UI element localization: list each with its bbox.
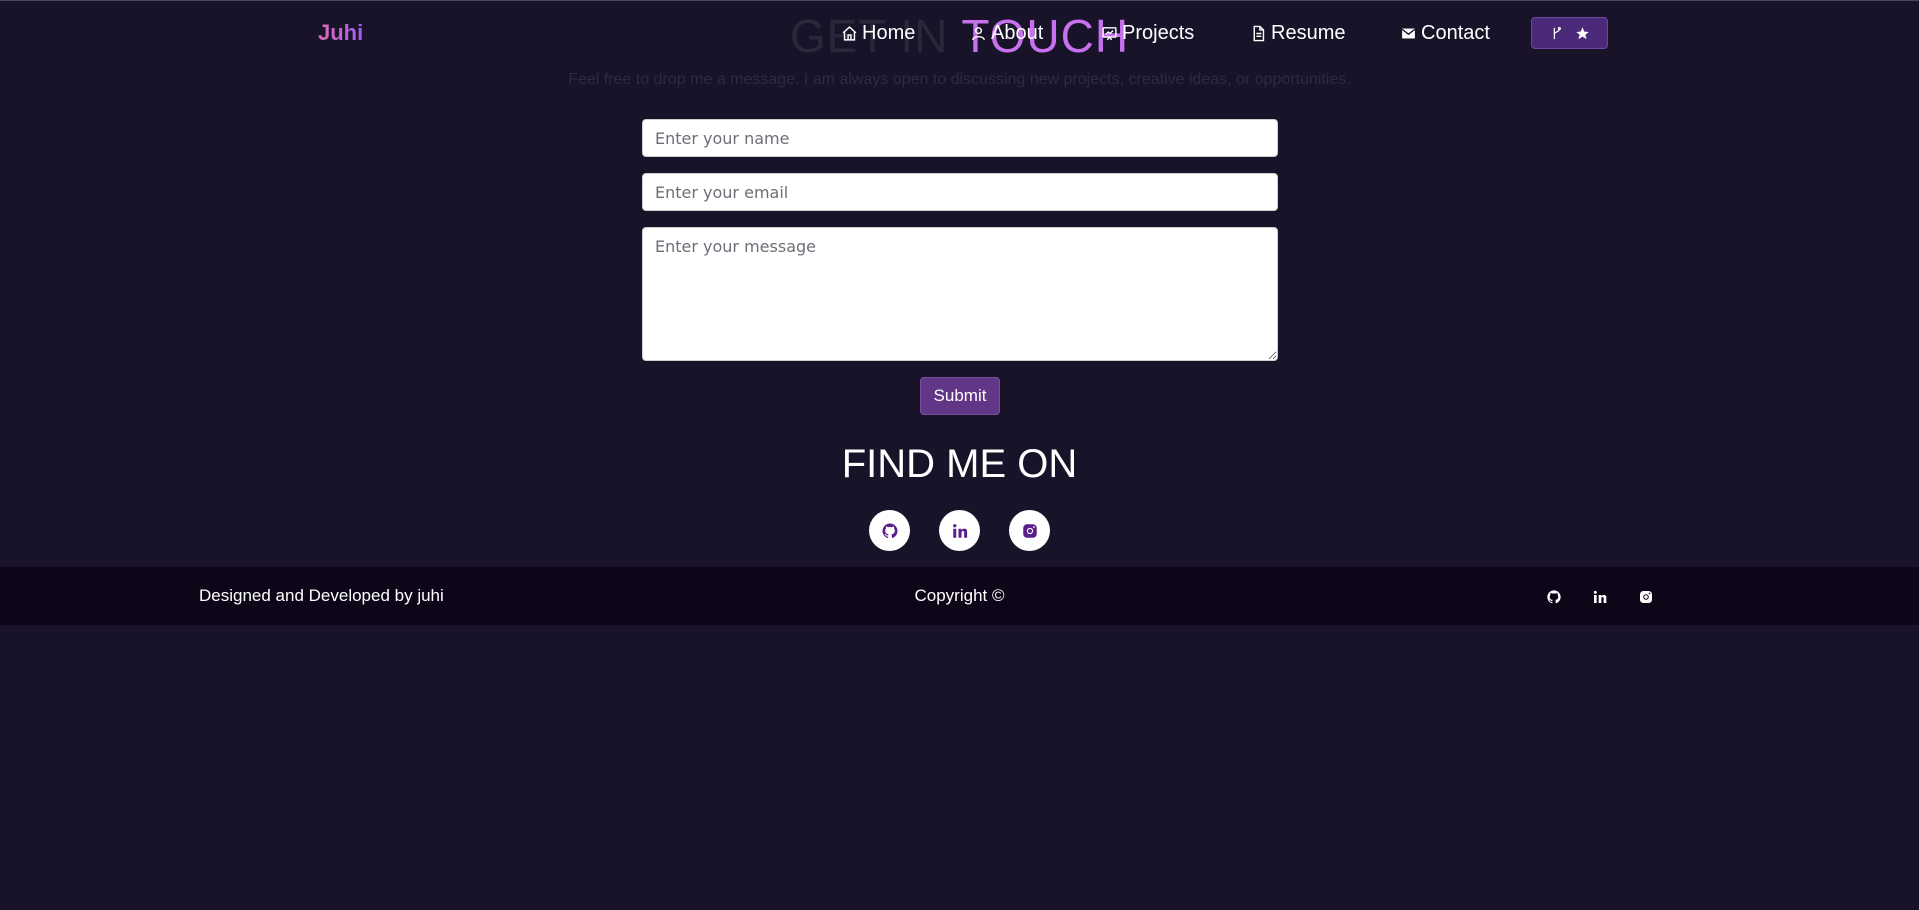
github-link[interactable] <box>869 510 910 551</box>
nav-contact[interactable]: Contact <box>1400 17 1490 49</box>
linkedin-icon <box>952 523 967 538</box>
instagram-link[interactable] <box>1009 510 1050 551</box>
projects-icon <box>1102 26 1117 40</box>
nav-home[interactable]: Home <box>841 17 915 49</box>
nav-about-label: About <box>991 21 1044 44</box>
nav-projects-label: Projects <box>1122 21 1195 44</box>
linkedin-link[interactable] <box>939 510 980 551</box>
message-field[interactable] <box>642 227 1278 361</box>
fork-icon <box>1553 26 1561 39</box>
nav-home-label: Home <box>862 21 916 44</box>
nav-resume-label: Resume <box>1271 21 1346 44</box>
top-border <box>0 0 1919 1</box>
footer-linkedin-link[interactable] <box>1592 589 1608 605</box>
instagram-icon <box>1022 523 1037 538</box>
user-icon <box>972 26 985 40</box>
page-subtitle: Feel free to drop me a message. I am alw… <box>568 71 1351 88</box>
nav-resume[interactable]: Resume <box>1250 17 1345 49</box>
footer: Designed and Developed by juhi Copyright… <box>0 567 1919 625</box>
instagram-icon <box>1640 591 1652 603</box>
document-icon <box>1253 25 1265 41</box>
page-title: GET IN TOUCH <box>0 8 1919 64</box>
nav-projects[interactable]: Projects <box>1101 17 1194 49</box>
star-icon <box>1575 26 1589 39</box>
submit-button[interactable]: Submit <box>920 377 1000 415</box>
find-me-title: FIND ME ON <box>841 442 1078 486</box>
github-repo-button[interactable] <box>1531 17 1608 49</box>
footer-github-link[interactable] <box>1546 589 1562 605</box>
brand-logo[interactable]: Juhi <box>318 20 363 46</box>
footer-copyright: Copyright © <box>914 586 1005 605</box>
name-field[interactable] <box>642 119 1278 157</box>
linkedin-icon <box>1593 590 1607 603</box>
home-icon <box>842 25 857 41</box>
mail-icon <box>1401 28 1416 38</box>
footer-instagram-link[interactable] <box>1638 589 1654 605</box>
github-icon <box>1547 590 1561 604</box>
nav-about[interactable]: About <box>970 17 1043 49</box>
github-icon <box>882 523 897 538</box>
email-field[interactable] <box>642 173 1278 211</box>
nav-contact-label: Contact <box>1421 21 1490 44</box>
